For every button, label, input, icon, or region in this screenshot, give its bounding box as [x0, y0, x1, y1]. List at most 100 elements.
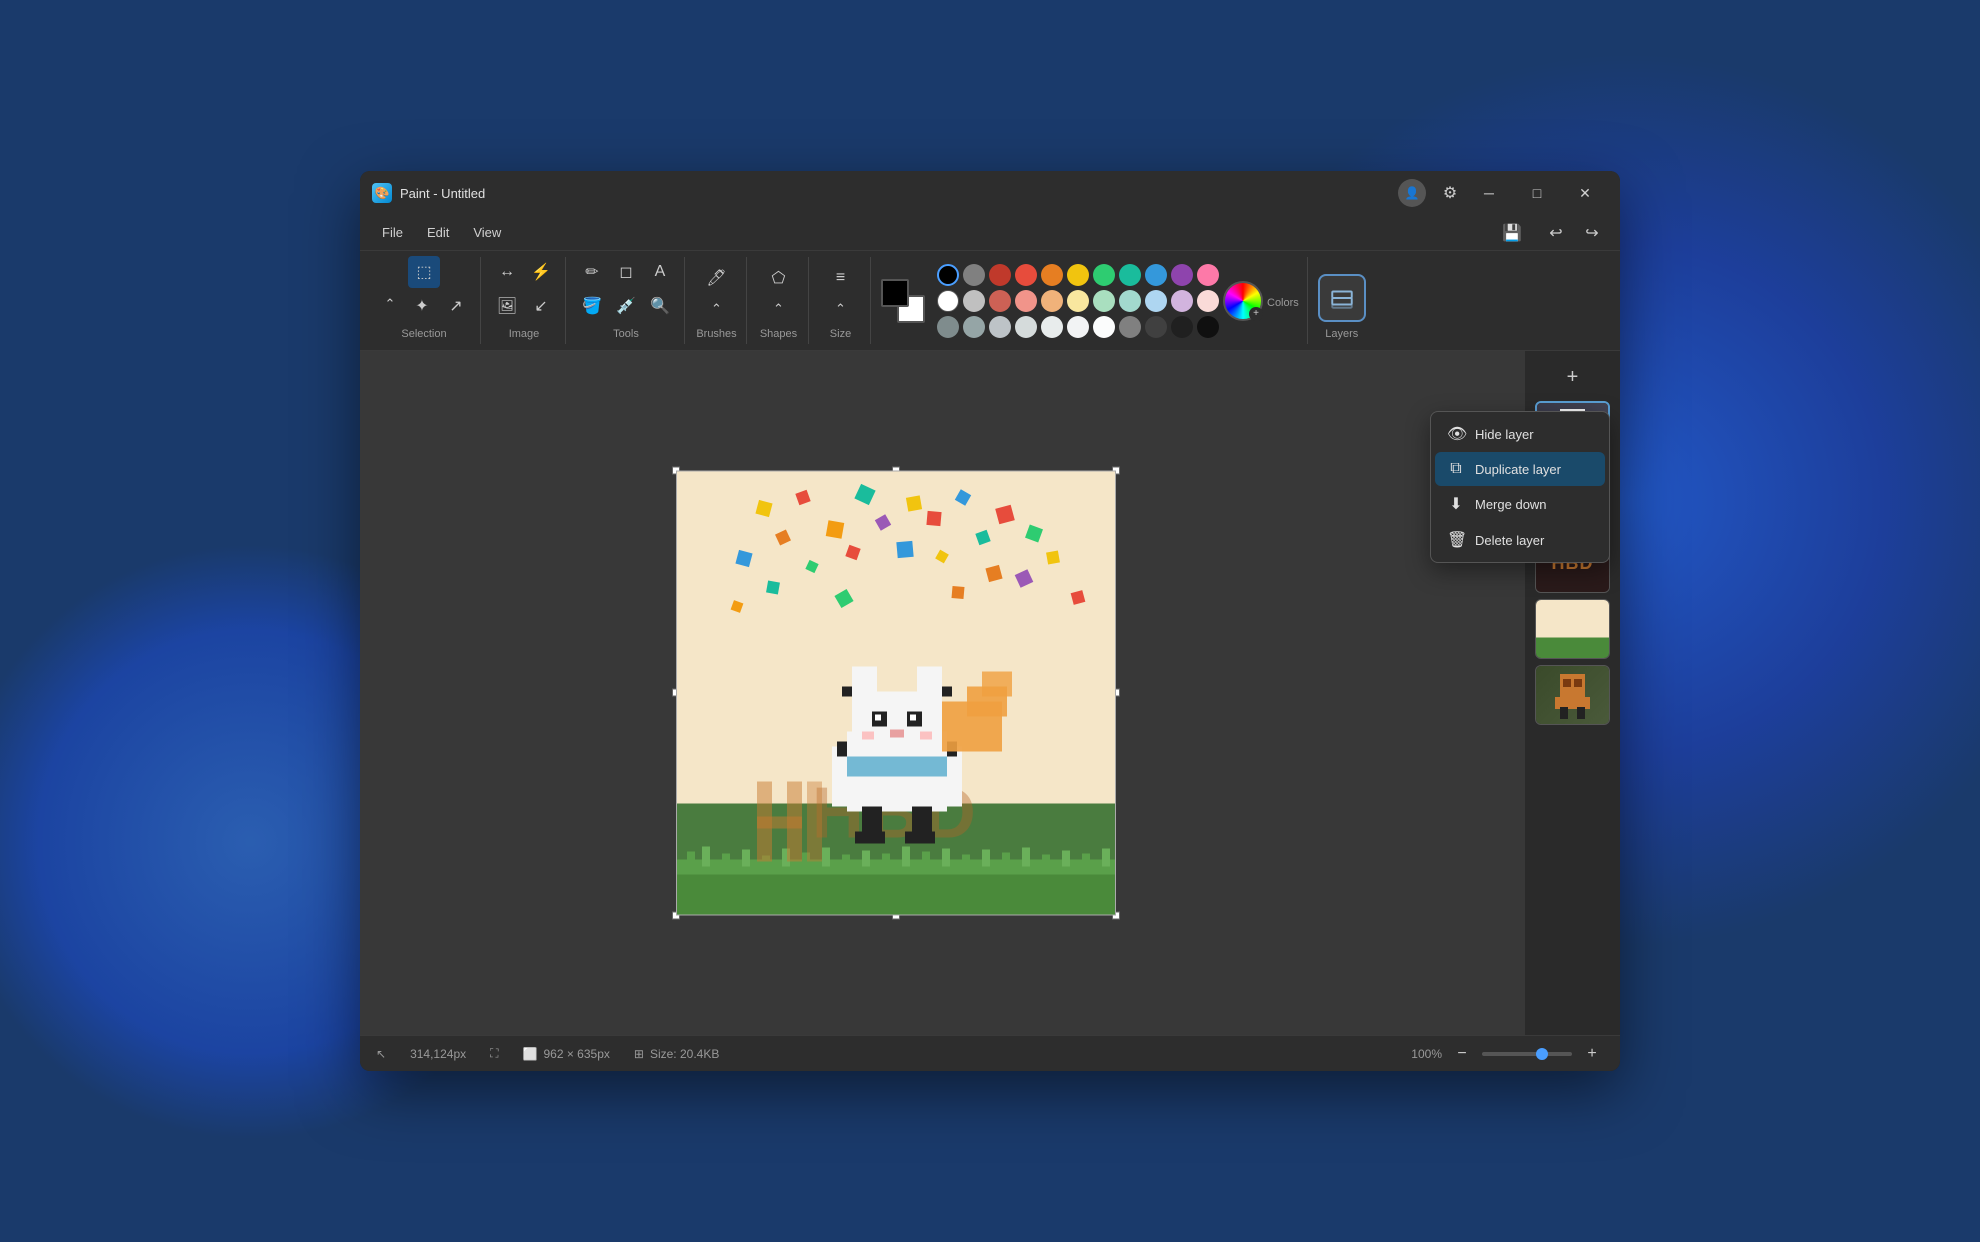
color-lightteal[interactable]	[1119, 290, 1141, 312]
user-avatar[interactable]: 👤	[1398, 179, 1426, 207]
colors-label: Colors	[1267, 297, 1299, 309]
minimize-button[interactable]: ─	[1466, 177, 1512, 209]
brushes-group: 🖊 ⌃ Brushes	[687, 257, 747, 344]
selection-arrow-button[interactable]: ↗	[440, 290, 472, 322]
menu-edit[interactable]: Edit	[417, 221, 459, 244]
size-group: ≡ ⌃ Size	[811, 257, 871, 344]
color-lightgreen[interactable]	[1093, 290, 1115, 312]
selection-rect-button[interactable]: ⬚	[408, 256, 440, 288]
shapes-label: Shapes	[760, 328, 797, 340]
zoom-in-button[interactable]: +	[1580, 1042, 1604, 1066]
active-colors[interactable]	[881, 279, 925, 323]
color-alabaster[interactable]	[1067, 316, 1089, 338]
color-yellow[interactable]	[1067, 264, 1089, 286]
canvas-image[interactable]: HBD	[676, 471, 1116, 916]
menu-view[interactable]: View	[463, 221, 511, 244]
undo-button[interactable]: ↩	[1540, 219, 1572, 247]
adjust-button[interactable]: ⚡	[525, 256, 557, 288]
merge-icon: ⬇	[1447, 494, 1465, 514]
color-red[interactable]	[1015, 264, 1037, 286]
dimensions-display: ⬜ 962 × 635px	[523, 1047, 610, 1061]
color-snow[interactable]	[1041, 316, 1063, 338]
layer-5-thumbnail[interactable]	[1535, 665, 1610, 725]
hide-layer-item[interactable]: 👁 Hide layer	[1435, 416, 1605, 452]
color-darkred[interactable]	[989, 264, 1011, 286]
brush-button[interactable]: 🖊	[699, 261, 735, 294]
close-button[interactable]: ✕	[1562, 177, 1608, 209]
zoom-out-button[interactable]: −	[1450, 1042, 1474, 1066]
selection-options-button[interactable]: ⌃	[376, 290, 404, 318]
color-lightyellow[interactable]	[1067, 290, 1089, 312]
color-white[interactable]	[937, 290, 959, 312]
layers-toggle-button[interactable]	[1318, 274, 1366, 322]
image-edit-button[interactable]: 🖼	[491, 290, 523, 322]
save-button[interactable]: 💾	[1496, 217, 1528, 249]
size-dropdown[interactable]: ⌃	[827, 296, 855, 322]
color-purple[interactable]	[1171, 264, 1193, 286]
text-button[interactable]: A	[644, 256, 676, 288]
rotate-button[interactable]: ↔	[491, 256, 523, 288]
selection-label: Selection	[401, 328, 446, 340]
color-peach[interactable]	[1041, 290, 1063, 312]
size-button[interactable]: ≡	[823, 261, 859, 294]
layer-4-thumbnail[interactable]	[1535, 599, 1610, 659]
color-concrete[interactable]	[963, 316, 985, 338]
foreground-color[interactable]	[881, 279, 909, 307]
eraser-button[interactable]: ◻	[610, 256, 642, 288]
color-mid-gray[interactable]	[1119, 316, 1141, 338]
color-darkest[interactable]	[1197, 316, 1219, 338]
add-layer-button[interactable]: +	[1555, 359, 1591, 395]
duplicate-icon: ⧉	[1447, 460, 1465, 478]
color-pink[interactable]	[1197, 264, 1219, 286]
zoom-thumb[interactable]	[1536, 1048, 1548, 1060]
fit-button[interactable]: ⛶	[490, 1046, 498, 1061]
merge-down-item[interactable]: ⬇ Merge down	[1435, 486, 1605, 522]
color-salmon[interactable]	[989, 290, 1011, 312]
redo-button[interactable]: ↪	[1576, 219, 1608, 247]
shapes-group: ⬠ ⌃ Shapes	[749, 257, 809, 344]
color-orange[interactable]	[1041, 264, 1063, 286]
menu-file[interactable]: File	[372, 221, 413, 244]
coordinates-value: 314,124px	[410, 1047, 466, 1061]
color-slate[interactable]	[937, 316, 959, 338]
color-blue[interactable]	[1145, 264, 1167, 286]
color-near-black[interactable]	[1171, 316, 1193, 338]
canvas-area[interactable]: HBD	[360, 351, 1525, 1035]
settings-button[interactable]: ⚙	[1434, 177, 1466, 209]
selection-fill-button[interactable]: ✦	[406, 290, 438, 322]
maximize-button[interactable]: □	[1514, 177, 1560, 209]
delete-layer-item[interactable]: 🗑 Delete layer	[1435, 522, 1605, 558]
color-picker-button[interactable]	[1223, 281, 1263, 321]
color-near-white[interactable]	[1093, 316, 1115, 338]
brush-dropdown[interactable]: ⌃	[703, 296, 731, 322]
hide-icon: 👁	[1447, 424, 1465, 444]
color-smoke[interactable]	[1015, 316, 1037, 338]
fill-button[interactable]: 🪣	[576, 290, 608, 322]
color-lavender[interactable]	[1171, 290, 1193, 312]
color-mistyrose[interactable]	[1197, 290, 1219, 312]
color-black[interactable]	[937, 264, 959, 286]
color-green[interactable]	[1093, 264, 1115, 286]
color-silver[interactable]	[963, 290, 985, 312]
color-clouds[interactable]	[989, 316, 1011, 338]
image-arrow-button[interactable]: ↙	[525, 290, 557, 322]
color-gray[interactable]	[963, 264, 985, 286]
zoom-tool-button[interactable]: 🔍	[644, 290, 676, 322]
color-lightblue[interactable]	[1145, 290, 1167, 312]
image-group: ↔ ⚡ 🖼 ↙ Image	[483, 257, 566, 344]
color-row-2	[937, 290, 1219, 312]
shapes-dropdown[interactable]: ⌃	[765, 296, 793, 322]
color-teal[interactable]	[1119, 264, 1141, 286]
shapes-button[interactable]: ⬠	[761, 261, 797, 294]
size-label: Size	[830, 328, 851, 340]
zoom-slider[interactable]	[1482, 1052, 1572, 1056]
title-bar: 🎨 Paint - Untitled 👤 ⚙ ─ □ ✕	[360, 171, 1620, 215]
color-lightred[interactable]	[1015, 290, 1037, 312]
cursor-tool: ↖	[376, 1047, 386, 1061]
pencil-button[interactable]: ✏	[576, 256, 608, 288]
size-value: Size: 20.4KB	[650, 1047, 719, 1061]
pixel-art-content: HBD	[677, 472, 1115, 915]
color-dark-gray[interactable]	[1145, 316, 1167, 338]
eyedropper-button[interactable]: 💉	[610, 290, 642, 322]
duplicate-layer-item[interactable]: ⧉ Duplicate layer	[1435, 452, 1605, 486]
